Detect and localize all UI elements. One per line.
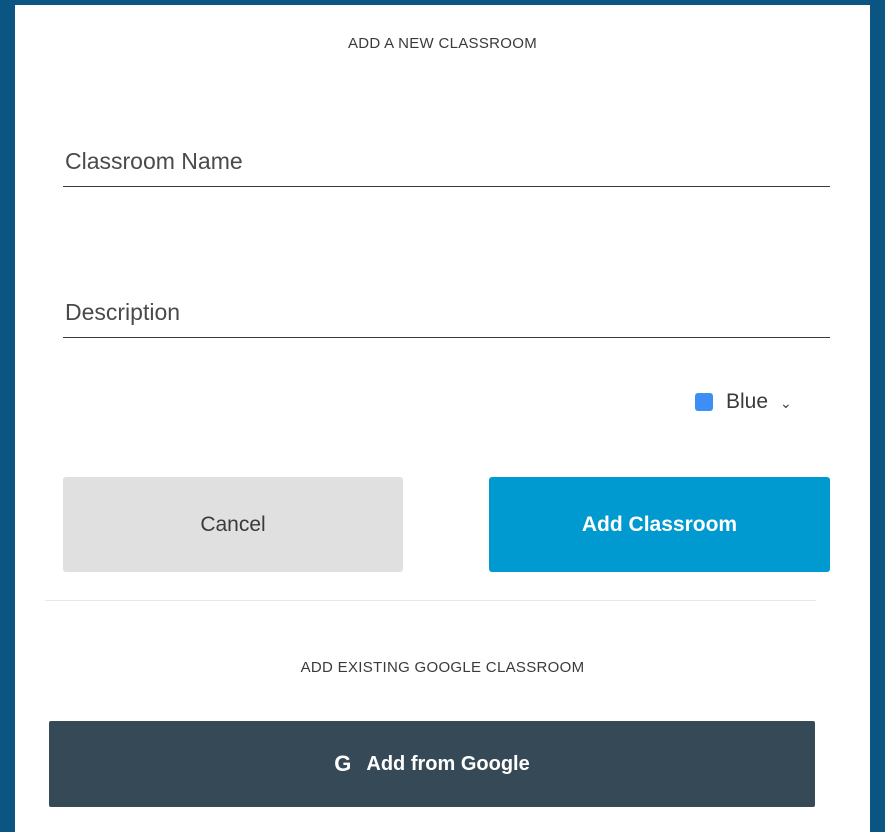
description-input[interactable]	[63, 288, 830, 337]
add-from-google-button[interactable]: G Add from Google	[49, 721, 815, 807]
color-label: Blue	[726, 390, 769, 413]
add-classroom-button[interactable]: Add Classroom	[489, 477, 830, 572]
divider	[45, 600, 816, 601]
classroom-name-input[interactable]	[63, 137, 830, 186]
chevron-down-icon: ⌄	[780, 394, 792, 411]
modal-title: ADD A NEW CLASSROOM	[347, 35, 538, 52]
classroom-name-field	[63, 137, 830, 187]
color-select[interactable]: Blue ⌄	[695, 385, 792, 419]
description-field	[63, 288, 830, 338]
add-from-google-label: Add from Google	[366, 752, 530, 775]
cancel-button[interactable]: Cancel	[63, 477, 403, 572]
add-classroom-modal: ADD A NEW CLASSROOM Blue ⌄ Cancel Add Cl…	[15, 5, 870, 832]
google-g-icon: G	[334, 751, 352, 776]
color-swatch	[695, 393, 713, 411]
google-section-title: ADD EXISTING GOOGLE CLASSROOM	[300, 659, 585, 676]
